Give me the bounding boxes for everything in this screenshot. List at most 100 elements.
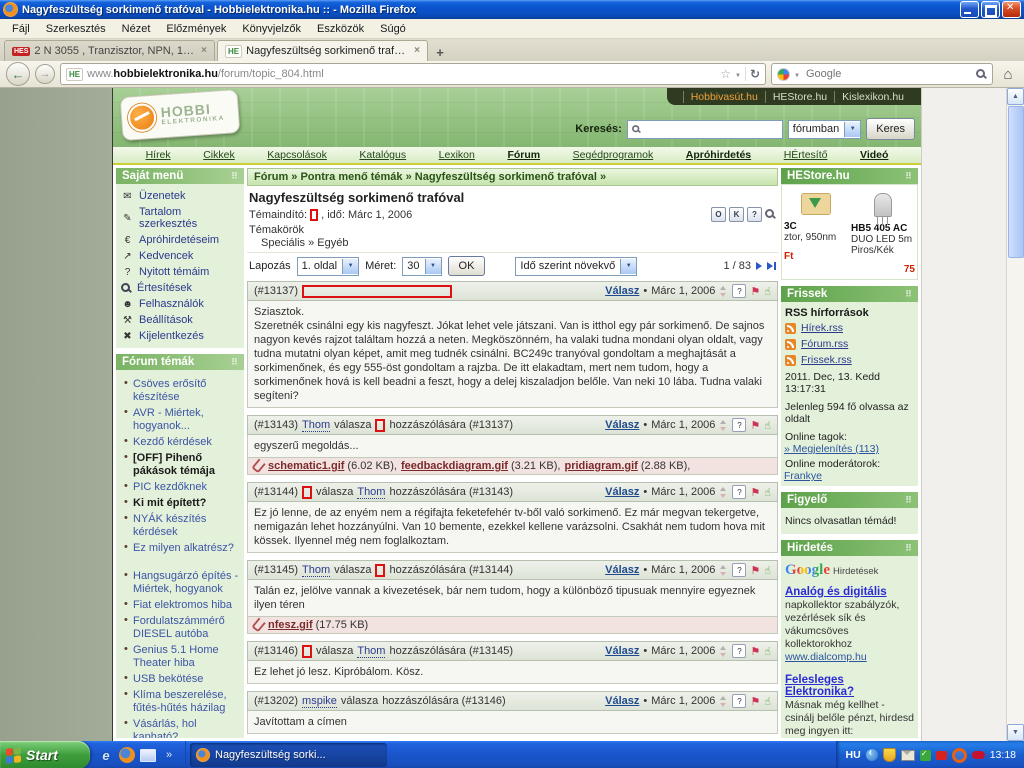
- report-flag-icon[interactable]: [750, 695, 760, 708]
- nav-link[interactable]: Fórum: [507, 149, 540, 161]
- menu-row[interactable]: ? Nyitott témáim: [119, 264, 241, 280]
- breadcrumb[interactable]: Fórum » Pontra menő témák » Nagyfeszülts…: [247, 168, 778, 186]
- product-image[interactable]: [801, 193, 831, 215]
- start-button[interactable]: Start: [0, 741, 90, 768]
- menu-link[interactable]: Beállítások: [139, 314, 193, 326]
- forum-topic-link[interactable]: Ki mit épített?: [133, 497, 206, 509]
- language-indicator[interactable]: HU: [846, 749, 861, 761]
- ad-url-link[interactable]: www.dialcomp.hu: [785, 651, 867, 663]
- nav-link[interactable]: Videó: [860, 149, 888, 161]
- search-engine-dropdown-icon[interactable]: [794, 68, 800, 80]
- search-bar[interactable]: [771, 63, 993, 85]
- page-select[interactable]: 1. oldal: [296, 256, 360, 276]
- hestore-header[interactable]: HEStore.hu: [781, 168, 918, 184]
- minimize-button[interactable]: [960, 1, 979, 18]
- size-select[interactable]: 30: [402, 256, 442, 276]
- tab-close-icon[interactable]: [414, 46, 420, 56]
- report-flag-icon[interactable]: [750, 486, 760, 499]
- product-name[interactable]: 3C: [784, 221, 848, 232]
- store-product[interactable]: 3C ztor, 950nm Ft: [784, 189, 848, 275]
- rss-link[interactable]: Fórum.rss: [801, 338, 848, 350]
- topic-list-item[interactable]: Genius 5.1 Home Theater hiba: [123, 642, 239, 671]
- forum-topic-link[interactable]: AVR - Miértek, hogyanok...: [133, 407, 204, 432]
- rss-row[interactable]: Hírek.rss: [784, 320, 915, 336]
- topic-list-item[interactable]: Csöves erősítő készítése: [123, 376, 239, 405]
- forum-topic-link[interactable]: PIC kezdőknek: [133, 481, 207, 493]
- post-author-link[interactable]: Thom: [302, 419, 331, 432]
- menu-row[interactable]: ✉ Üzenetek: [119, 188, 241, 204]
- menu-row[interactable]: ✎ Tartalom szerkesztés: [119, 204, 241, 232]
- vote-arrows-icon[interactable]: [719, 645, 728, 657]
- topic-list-item[interactable]: AVR - Miértek, hogyanok...: [123, 405, 239, 434]
- security-shield-icon[interactable]: [882, 748, 896, 762]
- tab-close-icon[interactable]: [201, 46, 207, 56]
- menu-item[interactable]: Szerkesztés: [38, 21, 114, 37]
- post-author-link[interactable]: Thom: [302, 564, 331, 577]
- forum-topic-link[interactable]: NYÁK készítés kérdések: [133, 513, 206, 538]
- chevron-down-icon[interactable]: [620, 258, 637, 274]
- question-icon[interactable]: [732, 694, 747, 708]
- forum-topic-link[interactable]: Genius 5.1 Home Theater hiba: [133, 644, 219, 669]
- attachment-link[interactable]: schematic1.gif: [268, 460, 344, 472]
- menu-link[interactable]: Tartalom szerkesztés: [139, 206, 239, 230]
- reply-link[interactable]: Válasz: [605, 695, 639, 707]
- thumbs-up-icon[interactable]: [764, 645, 771, 658]
- tray-ring-icon[interactable]: [951, 747, 967, 763]
- reply-link[interactable]: Válasz: [605, 645, 639, 657]
- question-icon[interactable]: [732, 284, 747, 298]
- topic-list-item[interactable]: [OFF] Pihenő pákások témája: [123, 450, 239, 479]
- thumbs-up-icon[interactable]: [764, 564, 771, 577]
- menu-link[interactable]: Kijelentkezés: [139, 330, 204, 342]
- forum-topic-link[interactable]: Fordulatszámmérő DIESEL autóba: [133, 615, 225, 640]
- topic-list-item[interactable]: Ki mit épített?: [123, 495, 239, 511]
- search-scope-select[interactable]: fórumban: [787, 119, 862, 139]
- topic-list-item[interactable]: USB bekötése: [123, 671, 239, 687]
- chevron-down-icon[interactable]: [342, 258, 359, 274]
- reply-link[interactable]: Válasz: [605, 285, 639, 297]
- report-flag-icon[interactable]: [750, 645, 760, 658]
- menu-item[interactable]: Könyvjelzők: [234, 21, 309, 37]
- attachment-link[interactable]: nfesz.gif: [268, 619, 313, 631]
- menu-link[interactable]: Nyitott témáim: [139, 266, 209, 278]
- menu-row[interactable]: Értesítések: [119, 280, 241, 296]
- nav-link[interactable]: Segédprogramok: [573, 149, 654, 161]
- nav-link[interactable]: HÉrtesítő: [784, 149, 828, 161]
- thumbs-up-icon[interactable]: [764, 419, 771, 432]
- thumbs-up-icon[interactable]: [764, 486, 771, 499]
- reload-icon[interactable]: [750, 67, 760, 81]
- google-logo-icon[interactable]: [777, 67, 790, 81]
- forum-topic-link[interactable]: Csöves erősítő készítése: [133, 378, 206, 403]
- topic-list-item[interactable]: NYÁK készítés kérdések: [123, 511, 239, 540]
- last-page-icon[interactable]: [767, 262, 776, 270]
- maximize-button[interactable]: [981, 1, 1000, 18]
- header-top-link[interactable]: Hobbivasút.hu: [682, 90, 765, 103]
- url-bar[interactable]: HE www.hobbielektronika.hu/forum/topic_8…: [60, 63, 766, 85]
- question-icon[interactable]: [732, 418, 747, 432]
- ad-headline-link[interactable]: Felesleges Elektronika?: [785, 674, 914, 699]
- vote-arrows-icon[interactable]: [719, 419, 728, 431]
- forum-topic-link[interactable]: Fiat elektromos hiba: [133, 599, 232, 611]
- chevron-down-icon[interactable]: [424, 258, 441, 274]
- next-page-icon[interactable]: [756, 262, 762, 270]
- menu-item[interactable]: Súgó: [372, 21, 414, 37]
- clock[interactable]: 13:18: [990, 749, 1016, 761]
- header-top-link[interactable]: HEStore.hu: [764, 90, 834, 103]
- thumbs-up-icon[interactable]: [764, 285, 771, 298]
- scrollbar-thumb[interactable]: [1008, 106, 1024, 258]
- url-dropdown-icon[interactable]: [735, 68, 741, 80]
- menu-link[interactable]: Üzenetek: [139, 190, 185, 202]
- menu-row[interactable]: ✖ Kijelentkezés: [119, 328, 241, 344]
- attachment-link[interactable]: pridiagram.gif: [564, 460, 637, 472]
- tray-red-icon[interactable]: [935, 750, 947, 760]
- nav-link[interactable]: Kapcsolások: [267, 149, 327, 161]
- report-flag-icon[interactable]: [750, 564, 760, 577]
- close-button[interactable]: [1002, 1, 1021, 18]
- search-input[interactable]: [803, 67, 972, 81]
- menu-link[interactable]: Kedvencek: [139, 250, 193, 262]
- question-icon[interactable]: [732, 644, 747, 658]
- topic-list-item[interactable]: Kezdő kérdések: [123, 434, 239, 450]
- rss-link[interactable]: Hírek.rss: [801, 322, 843, 334]
- magnifier-icon[interactable]: [765, 209, 776, 220]
- topic-list-item[interactable]: Fiat elektromos hiba: [123, 597, 239, 613]
- menu-link[interactable]: Értesítések: [137, 282, 192, 294]
